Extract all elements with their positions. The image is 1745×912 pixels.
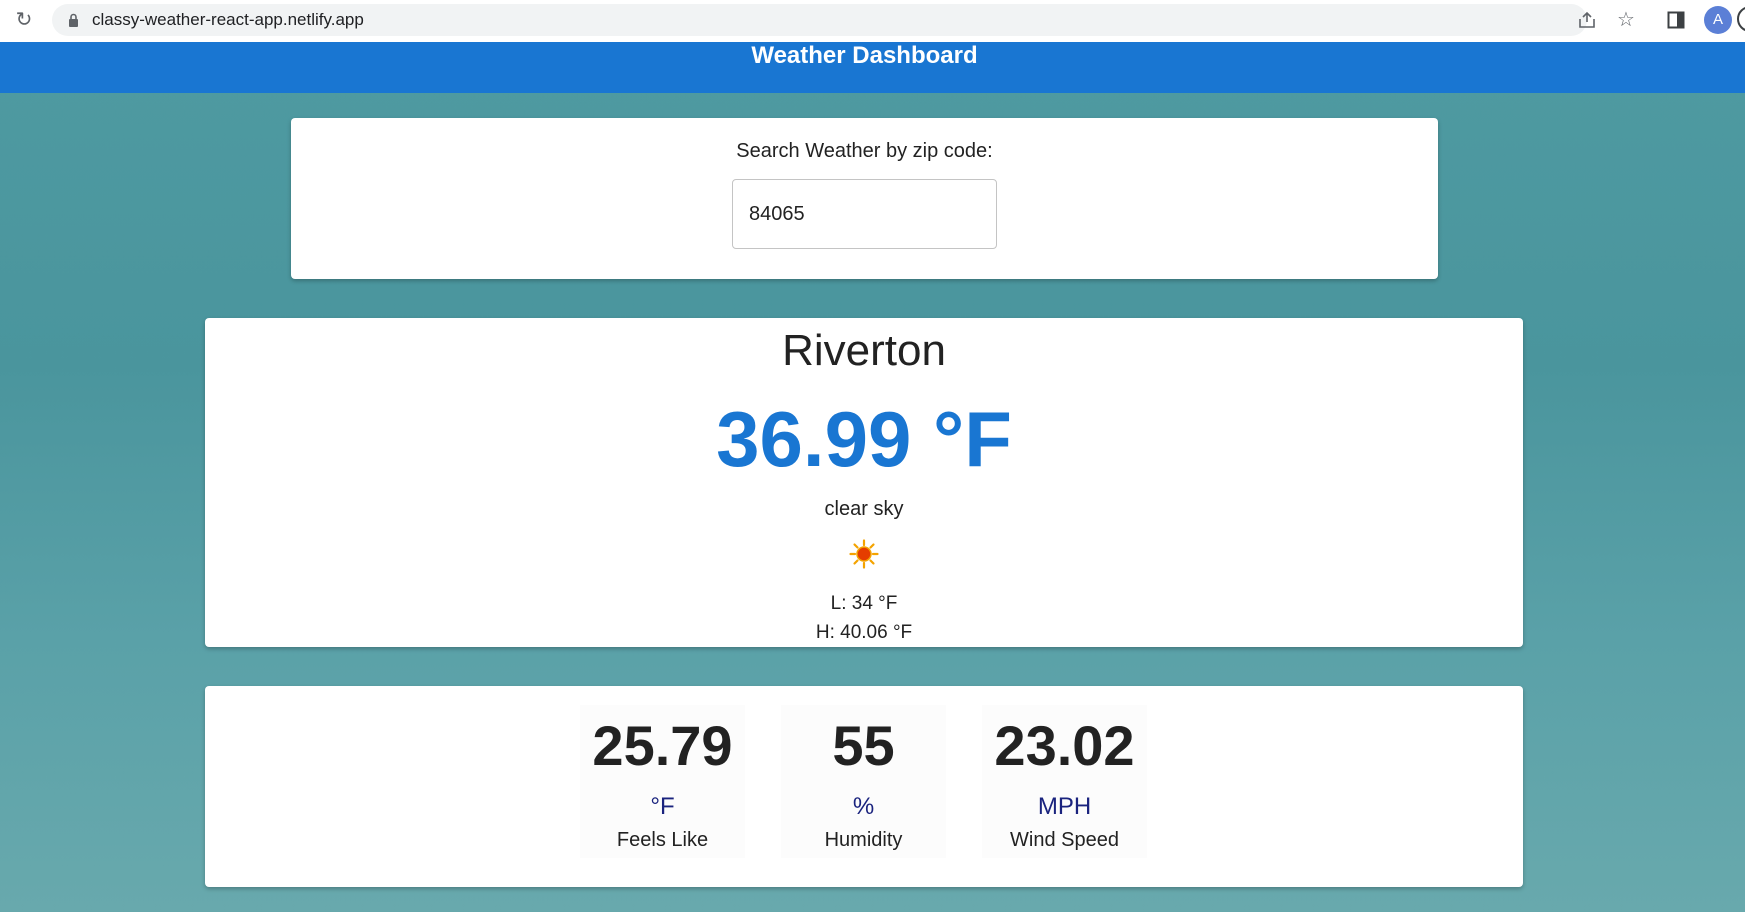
stat-value: 55 xyxy=(832,714,895,777)
reload-icon[interactable]: ↻ xyxy=(12,8,36,32)
stat-value: 25.79 xyxy=(592,714,733,777)
stat-unit: MPH xyxy=(1037,793,1092,820)
address-bar[interactable]: classy-weather-react-app.netlify.app xyxy=(52,4,1587,36)
extension-icon[interactable] xyxy=(1737,6,1745,32)
sun-icon xyxy=(849,539,879,569)
feels-like-stat: 25.79 °F Feels Like xyxy=(580,705,745,858)
side-panel-icon[interactable] xyxy=(1664,8,1688,32)
star-icon[interactable]: ☆ xyxy=(1614,8,1638,32)
current-weather-card: Riverton 36.99 °F clear sky L: 34 °F H: … xyxy=(205,318,1523,647)
high-temperature: H: 40.06 °F xyxy=(815,622,913,643)
stat-label: Feels Like xyxy=(616,829,709,851)
stat-unit: °F xyxy=(650,793,675,820)
humidity-stat: 55 % Humidity xyxy=(781,705,946,858)
wind-speed-stat: 23.02 MPH Wind Speed xyxy=(982,705,1147,858)
stats-card: 25.79 °F Feels Like 55 % Humidity 23.02 … xyxy=(205,686,1523,887)
stat-unit: % xyxy=(852,793,875,820)
page-title: Weather Dashboard xyxy=(751,42,978,69)
share-icon[interactable] xyxy=(1575,8,1599,32)
low-temperature: L: 34 °F xyxy=(830,593,898,614)
zip-code-input[interactable] xyxy=(732,179,997,249)
search-card: Search Weather by zip code: xyxy=(291,118,1438,279)
profile-avatar[interactable]: A xyxy=(1704,6,1732,34)
app-header: Weather Dashboard xyxy=(0,42,1745,93)
url-text: classy-weather-react-app.netlify.app xyxy=(92,10,364,29)
current-temperature: 36.99 °F xyxy=(716,395,1012,483)
search-label: Search Weather by zip code: xyxy=(736,140,993,162)
weather-description: clear sky xyxy=(824,498,904,520)
browser-toolbar: ↻ classy-weather-react-app.netlify.app ☆… xyxy=(0,0,1745,43)
stat-value: 23.02 xyxy=(994,714,1135,777)
city-name: Riverton xyxy=(782,326,946,375)
lock-icon xyxy=(69,13,78,27)
stat-label: Humidity xyxy=(824,829,903,851)
stat-label: Wind Speed xyxy=(1010,829,1119,851)
